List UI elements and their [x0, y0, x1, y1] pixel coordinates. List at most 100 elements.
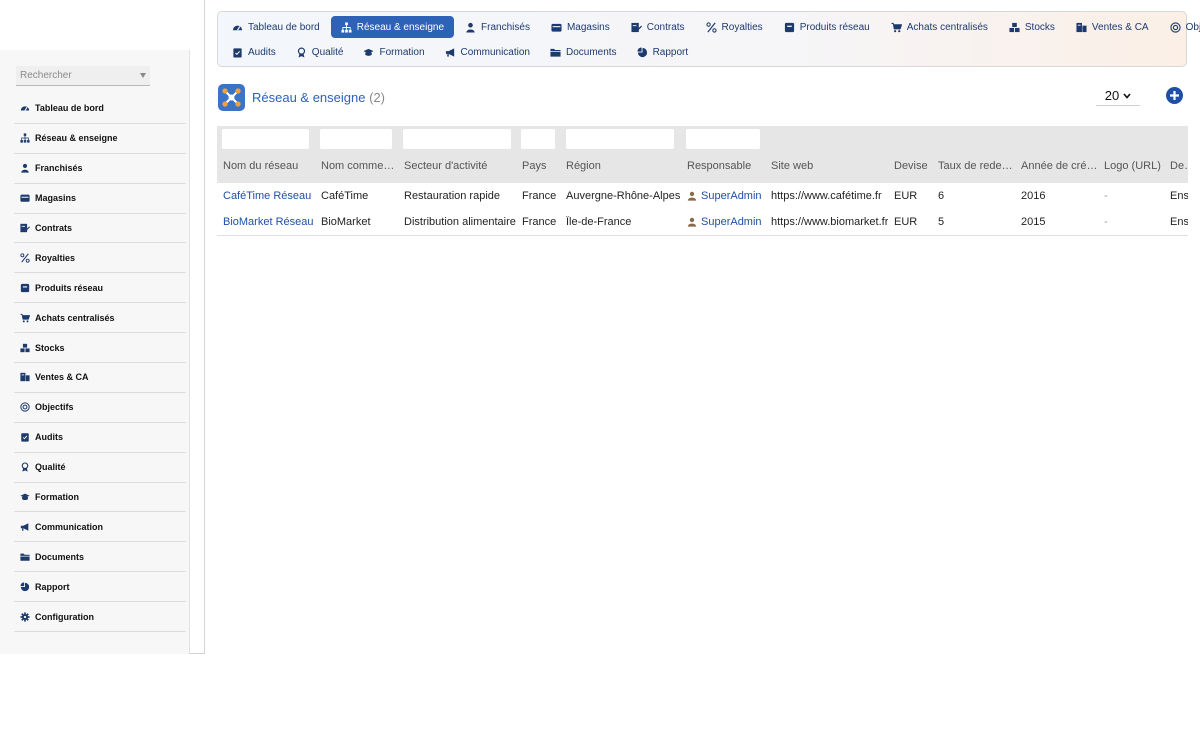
award-icon	[20, 462, 30, 472]
table-row[interactable]: BioMarket Réseau BioMarket Distribution al…	[217, 209, 1188, 236]
sidebar-item-franchises[interactable]: Franchisés	[14, 154, 186, 184]
column-header-nom-commercial[interactable]: Nom commercial	[321, 160, 397, 172]
percent-icon	[705, 21, 717, 33]
tab-qualite[interactable]: Qualité	[286, 41, 354, 63]
column-filter-input[interactable]	[686, 129, 760, 149]
cell-region: Auvergne-Rhône-Alpes	[566, 190, 681, 202]
cell-nom-du-reseau[interactable]: CaféTime Réseau	[223, 190, 311, 202]
cart-icon	[891, 22, 902, 33]
tab-tableau-de-bord[interactable]: Tableau de bord	[222, 16, 330, 38]
tab-franchises[interactable]: Franchisés	[455, 16, 540, 38]
column-filter-input[interactable]	[222, 129, 309, 149]
column-header-site-web[interactable]: Site web	[771, 160, 813, 172]
column-header-nom-du-reseau[interactable]: Nom du réseau	[223, 160, 298, 172]
stock-icon	[1009, 22, 1020, 33]
clipboard-icon	[20, 432, 30, 442]
sidebar-item-objectifs[interactable]: Objectifs	[14, 393, 186, 423]
tab-ventes-ca[interactable]: Ventes & CA	[1066, 16, 1159, 38]
tab-label: Achats centralisés	[906, 21, 988, 33]
cell-annee-de-creation: 2015	[1021, 216, 1046, 228]
column-header-description[interactable]: Description	[1170, 160, 1188, 172]
tab-formation[interactable]: Formation	[353, 41, 434, 63]
sidebar-item-produits-reseau[interactable]: Produits réseau	[14, 273, 186, 304]
megaphone-icon	[445, 47, 456, 58]
sidebar-item-label: Royalties	[35, 252, 76, 263]
search-select[interactable]: Rechercher	[16, 66, 150, 86]
contract-icon	[631, 22, 642, 33]
search-placeholder: Rechercher	[20, 70, 72, 81]
caret-down-icon[interactable]	[140, 73, 146, 78]
add-button[interactable]	[1166, 87, 1183, 104]
user-icon	[687, 191, 697, 201]
tab-audits[interactable]: Audits	[222, 41, 286, 63]
sidebar-item-documents[interactable]: Documents	[14, 542, 186, 573]
tab-documents[interactable]: Documents	[540, 41, 627, 63]
sidebar-item-stocks[interactable]: Stocks	[14, 333, 186, 364]
top-nav-row-2: Audits Qualité Formation Communication Docum…	[222, 41, 698, 63]
tab-contrats[interactable]: Contrats	[621, 16, 695, 38]
chevron-down-icon	[1123, 92, 1131, 99]
tab-communication[interactable]: Communication	[435, 41, 540, 63]
sidebar-item-rapport[interactable]: Rapport	[14, 572, 186, 603]
cell-site-web: https://www.biomarket.fr	[771, 216, 889, 228]
sidebar-menu: Tableau de bord Réseau & enseigne Franchis…	[14, 94, 186, 633]
sales-icon	[20, 372, 30, 382]
sidebar-item-communication[interactable]: Communication	[14, 512, 186, 543]
tab-achats-centralises[interactable]: Achats centralisés	[881, 16, 998, 38]
sidebar-item-contrats[interactable]: Contrats	[14, 214, 186, 244]
tab-label: Franchisés	[481, 21, 530, 33]
sidebar-item-label: Communication	[35, 521, 104, 532]
sidebar-item-reseau-enseigne[interactable]: Réseau & enseigne	[14, 124, 186, 154]
column-header-secteur-d-activite[interactable]: Secteur d'activité	[404, 160, 487, 172]
box-icon	[20, 283, 30, 293]
sidebar-item-formation[interactable]: Formation	[14, 483, 186, 513]
cell-pays: France	[522, 190, 557, 202]
column-header-taux-de-redevance[interactable]: Taux de redevance	[938, 160, 1016, 172]
sidebar-item-tableau-de-bord[interactable]: Tableau de bord	[14, 94, 186, 124]
column-filter-input[interactable]	[320, 129, 392, 149]
cell-responsable[interactable]: SuperAdmin	[687, 190, 762, 202]
folder-icon	[550, 47, 561, 58]
record-count: (2)	[369, 90, 385, 105]
column-header-responsable[interactable]: Responsable	[687, 160, 751, 172]
sidebar-item-qualite[interactable]: Qualité	[14, 453, 186, 483]
sidebar-item-label: Ventes & CA	[35, 372, 89, 383]
tab-royalties[interactable]: Royalties	[696, 16, 773, 38]
tab-rapport[interactable]: Rapport	[627, 41, 699, 63]
sidebar-item-magasins[interactable]: Magasins	[14, 184, 186, 214]
sidebar-item-audits[interactable]: Audits	[14, 423, 186, 453]
sidebar-item-configuration[interactable]: Configuration	[14, 602, 186, 633]
tab-produits-reseau[interactable]: Produits réseau	[774, 16, 880, 38]
column-filter-input[interactable]	[566, 129, 674, 149]
store-icon	[551, 22, 562, 33]
cell-nom-commercial: BioMarket	[321, 216, 371, 228]
user-icon	[687, 217, 697, 227]
tab-stocks[interactable]: Stocks	[999, 16, 1065, 38]
sidebar-item-ventes-ca[interactable]: Ventes & CA	[14, 363, 186, 393]
cell-responsable[interactable]: SuperAdmin	[687, 216, 762, 228]
column-filter-input[interactable]	[521, 129, 555, 149]
sidebar-item-achats-centralises[interactable]: Achats centralisés	[14, 303, 186, 334]
table-row[interactable]: CaféTime Réseau CaféTime Restauration rapi…	[217, 183, 1188, 210]
megaphone-icon	[20, 522, 30, 532]
column-header-logo-url[interactable]: Logo (URL)	[1104, 160, 1161, 172]
column-filter-input[interactable]	[403, 129, 511, 149]
tab-reseau-enseigne[interactable]: Réseau & enseigne	[330, 16, 455, 38]
column-header-pays[interactable]: Pays	[522, 160, 546, 172]
cell-nom-du-reseau[interactable]: BioMarket Réseau	[223, 216, 314, 228]
pie-chart-icon	[20, 582, 30, 592]
column-header-devise[interactable]: Devise	[894, 160, 928, 172]
tab-magasins[interactable]: Magasins	[541, 16, 620, 38]
cart-icon	[20, 313, 30, 323]
per-page-select[interactable]: 20	[1096, 86, 1140, 106]
sidebar-item-royalties[interactable]: Royalties	[14, 243, 186, 274]
tab-label: Rapport	[652, 46, 689, 58]
column-header-region[interactable]: Région	[566, 160, 601, 172]
sidebar-item-label: Produits réseau	[35, 282, 104, 293]
column-header-annee-de-creation[interactable]: Année de création	[1021, 160, 1099, 172]
cell-nom-commercial: CaféTime	[321, 190, 369, 202]
target-icon	[1169, 21, 1181, 33]
tab-objectifs[interactable]: Objectifs	[1160, 16, 1200, 38]
tab-label: Documents	[565, 46, 617, 58]
gear-icon	[20, 611, 30, 622]
